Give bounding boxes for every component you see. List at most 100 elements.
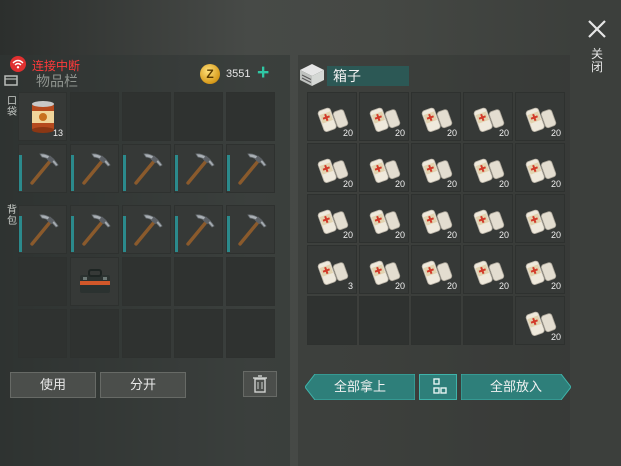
add-coins-button[interactable]: + bbox=[257, 62, 269, 84]
put-all-button[interactable]: 全部放入 bbox=[461, 374, 571, 400]
pocket-grid: 13 bbox=[18, 92, 275, 193]
slot-empty[interactable] bbox=[411, 296, 461, 345]
slot-bandage[interactable]: 20 bbox=[463, 245, 513, 294]
slot-empty[interactable] bbox=[226, 92, 275, 141]
slot-pickaxe[interactable] bbox=[226, 144, 275, 193]
slot-empty[interactable] bbox=[18, 309, 67, 358]
pickaxe-icon bbox=[133, 153, 163, 185]
slot-empty[interactable] bbox=[18, 257, 67, 306]
slot-empty[interactable] bbox=[174, 309, 223, 358]
slot-empty[interactable] bbox=[359, 296, 409, 345]
slot-bandage[interactable]: 20 bbox=[359, 194, 409, 243]
pickaxe-icon bbox=[185, 153, 215, 185]
wifi-icon bbox=[10, 56, 26, 72]
chest-title: 箱子 bbox=[327, 66, 409, 86]
slot-toolbox[interactable] bbox=[70, 257, 119, 306]
pickaxe-icon bbox=[81, 214, 111, 246]
item-quantity: 20 bbox=[446, 179, 457, 189]
split-button[interactable]: 分开 bbox=[100, 372, 186, 398]
inventory-title: 物品栏 bbox=[36, 73, 78, 89]
chest-icon bbox=[298, 62, 326, 88]
slot-bandage[interactable]: 20 bbox=[411, 143, 461, 192]
slot-empty[interactable] bbox=[226, 257, 275, 306]
pickaxe-icon bbox=[185, 214, 215, 246]
item-quantity: 20 bbox=[498, 230, 509, 240]
slot-pickaxe[interactable] bbox=[70, 144, 119, 193]
slot-bandage[interactable]: 20 bbox=[307, 143, 357, 192]
slot-pickaxe[interactable] bbox=[174, 144, 223, 193]
close-label[interactable]: 关闭 bbox=[590, 48, 604, 74]
slot-empty[interactable] bbox=[307, 296, 357, 345]
box-icon bbox=[4, 73, 18, 87]
slot-empty[interactable] bbox=[70, 309, 119, 358]
slot-empty[interactable] bbox=[70, 92, 119, 141]
item-quantity: 13 bbox=[52, 128, 63, 138]
slot-bandage[interactable]: 20 bbox=[515, 194, 565, 243]
slot-empty[interactable] bbox=[122, 257, 171, 306]
slot-empty[interactable] bbox=[174, 92, 223, 141]
slot-pickaxe[interactable] bbox=[122, 205, 171, 254]
put-all-label: 全部放入 bbox=[489, 379, 542, 394]
slot-empty[interactable] bbox=[174, 257, 223, 306]
slot-bandage[interactable]: 20 bbox=[359, 92, 409, 141]
bandage-icon bbox=[317, 260, 349, 285]
item-quantity: 20 bbox=[498, 281, 509, 291]
pickaxe-icon bbox=[29, 153, 59, 185]
slot-empty[interactable] bbox=[226, 309, 275, 358]
sort-button[interactable] bbox=[419, 374, 457, 400]
pickaxe-icon bbox=[81, 153, 111, 185]
item-quantity: 20 bbox=[394, 230, 405, 240]
slot-bandage[interactable]: 20 bbox=[411, 194, 461, 243]
pickaxe-icon bbox=[237, 153, 267, 185]
slot-empty[interactable] bbox=[463, 296, 513, 345]
slot-bandage[interactable]: 20 bbox=[463, 92, 513, 141]
item-quantity: 20 bbox=[498, 179, 509, 189]
trash-button[interactable] bbox=[243, 371, 277, 397]
slot-empty[interactable] bbox=[122, 92, 171, 141]
item-quantity: 20 bbox=[550, 179, 561, 189]
toolbox-icon bbox=[79, 268, 110, 293]
slot-bandage[interactable]: 20 bbox=[515, 296, 565, 345]
coin-icon: Z bbox=[200, 64, 220, 84]
chest-grid: 20 20 20 20 20 20 20 20 20 20 20 20 20 20 20 3 20 20 20 20 2… bbox=[307, 92, 565, 345]
item-quantity: 20 bbox=[394, 179, 405, 189]
item-quantity: 20 bbox=[550, 128, 561, 138]
slot-bandage[interactable]: 20 bbox=[307, 92, 357, 141]
slot-empty[interactable] bbox=[122, 309, 171, 358]
slot-bandage[interactable]: 20 bbox=[463, 143, 513, 192]
item-quantity: 20 bbox=[550, 281, 561, 291]
item-quantity: 3 bbox=[347, 281, 353, 291]
pickaxe-icon bbox=[133, 214, 163, 246]
slot-bandage[interactable]: 20 bbox=[411, 245, 461, 294]
take-all-label: 全部拿上 bbox=[333, 379, 386, 394]
slot-bandage[interactable]: 20 bbox=[515, 143, 565, 192]
use-button[interactable]: 使用 bbox=[10, 372, 96, 398]
backpack-label: 背包 bbox=[7, 205, 17, 227]
slot-bandage[interactable]: 20 bbox=[463, 194, 513, 243]
slot-bandage[interactable]: 20 bbox=[515, 245, 565, 294]
item-quantity: 20 bbox=[342, 179, 353, 189]
item-quantity: 20 bbox=[498, 128, 509, 138]
slot-pickaxe[interactable] bbox=[122, 144, 171, 193]
item-quantity: 20 bbox=[342, 128, 353, 138]
slot-pickaxe[interactable] bbox=[174, 205, 223, 254]
slot-bandage[interactable]: 3 bbox=[307, 245, 357, 294]
pocket-label: 口袋 bbox=[7, 96, 17, 118]
slot-bandage[interactable]: 20 bbox=[515, 92, 565, 141]
take-all-button[interactable]: 全部拿上 bbox=[305, 374, 415, 400]
slot-pickaxe[interactable] bbox=[226, 205, 275, 254]
close-button[interactable] bbox=[584, 16, 610, 42]
slot-pickaxe[interactable] bbox=[70, 205, 119, 254]
coin-balance: 3551 bbox=[226, 68, 251, 80]
slot-canned-food[interactable]: 13 bbox=[18, 92, 67, 141]
item-quantity: 20 bbox=[446, 230, 457, 240]
slot-bandage[interactable]: 20 bbox=[359, 143, 409, 192]
slot-pickaxe[interactable] bbox=[18, 144, 67, 193]
pickaxe-icon bbox=[29, 214, 59, 246]
slot-pickaxe[interactable] bbox=[18, 205, 67, 254]
item-quantity: 20 bbox=[446, 128, 457, 138]
slot-bandage[interactable]: 20 bbox=[359, 245, 409, 294]
slot-bandage[interactable]: 20 bbox=[411, 92, 461, 141]
slot-bandage[interactable]: 20 bbox=[307, 194, 357, 243]
item-quantity: 20 bbox=[342, 230, 353, 240]
